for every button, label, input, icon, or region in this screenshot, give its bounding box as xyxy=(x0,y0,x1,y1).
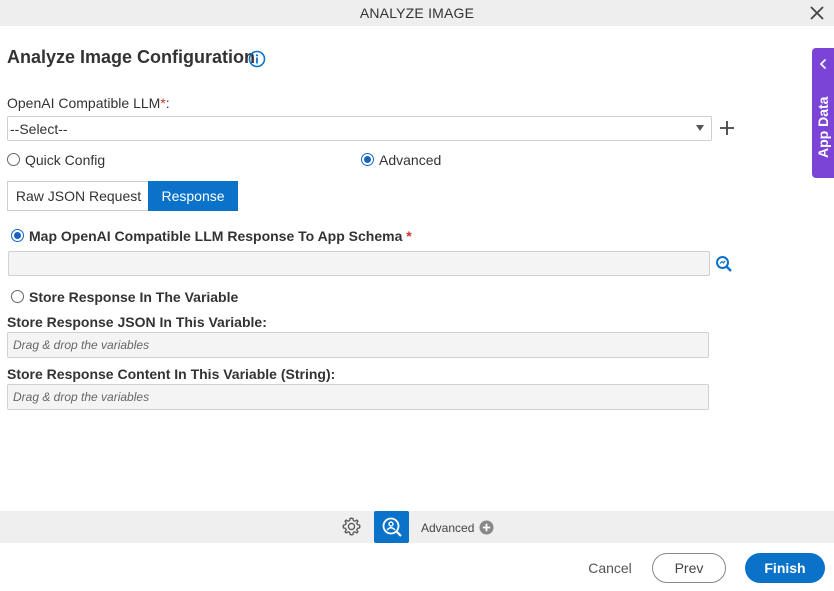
prev-button[interactable]: Prev xyxy=(652,553,726,583)
quick-config-radio[interactable] xyxy=(7,153,20,166)
gear-icon[interactable] xyxy=(341,516,362,537)
chevron-left-icon xyxy=(819,58,827,70)
tab-raw-json-request[interactable]: Raw JSON Request xyxy=(7,181,149,211)
plus-circle-icon[interactable] xyxy=(479,520,494,535)
llm-select-value: --Select-- xyxy=(10,121,68,137)
info-icon[interactable] xyxy=(248,50,266,68)
store-response-radio[interactable] xyxy=(11,290,24,303)
image-search-icon xyxy=(382,517,402,537)
app-data-panel-toggle[interactable]: App Data xyxy=(812,48,834,178)
page-title: Analyze Image Configuration xyxy=(7,47,256,67)
advanced-toolbar-label[interactable]: Advanced xyxy=(421,521,474,535)
json-variable-field[interactable]: Drag & drop the variables xyxy=(7,332,709,358)
window-title: ANALYZE IMAGE xyxy=(359,5,475,21)
quick-config-label: Quick Config xyxy=(25,152,106,168)
chevron-down-icon xyxy=(696,125,704,131)
close-icon[interactable] xyxy=(808,2,826,22)
llm-select[interactable]: --Select-- xyxy=(7,116,712,141)
app-data-label: App Data xyxy=(815,96,831,158)
store-response-label: Store Response In The Variable xyxy=(29,289,239,305)
llm-label-text: OpenAI Compatible LLM xyxy=(7,95,161,111)
analyze-tool-button[interactable] xyxy=(374,511,409,543)
advanced-label: Advanced xyxy=(379,152,442,168)
map-response-label: Map OpenAI Compatible LLM Response To Ap… xyxy=(29,228,412,244)
json-variable-placeholder: Drag & drop the variables xyxy=(13,338,150,352)
content-variable-field[interactable]: Drag & drop the variables xyxy=(7,384,709,410)
search-icon[interactable] xyxy=(715,255,733,273)
tab-response[interactable]: Response xyxy=(148,181,238,211)
plus-icon[interactable] xyxy=(719,120,735,136)
cancel-button[interactable]: Cancel xyxy=(580,560,640,576)
map-response-radio[interactable] xyxy=(11,229,24,242)
json-variable-label: Store Response JSON In This Variable: xyxy=(7,314,267,330)
llm-label-colon: : xyxy=(165,95,170,111)
content-variable-label: Store Response Content In This Variable … xyxy=(7,366,336,382)
required-mark: * xyxy=(406,228,412,244)
advanced-radio[interactable] xyxy=(361,153,374,166)
llm-label: OpenAI Compatible LLM*: xyxy=(7,95,170,111)
content-variable-placeholder: Drag & drop the variables xyxy=(13,390,150,404)
map-response-label-text: Map OpenAI Compatible LLM Response To Ap… xyxy=(29,228,403,244)
finish-button[interactable]: Finish xyxy=(745,553,825,583)
bottom-toolbar xyxy=(0,511,834,543)
app-schema-field[interactable] xyxy=(8,251,710,276)
title-bar: ANALYZE IMAGE xyxy=(0,0,834,26)
